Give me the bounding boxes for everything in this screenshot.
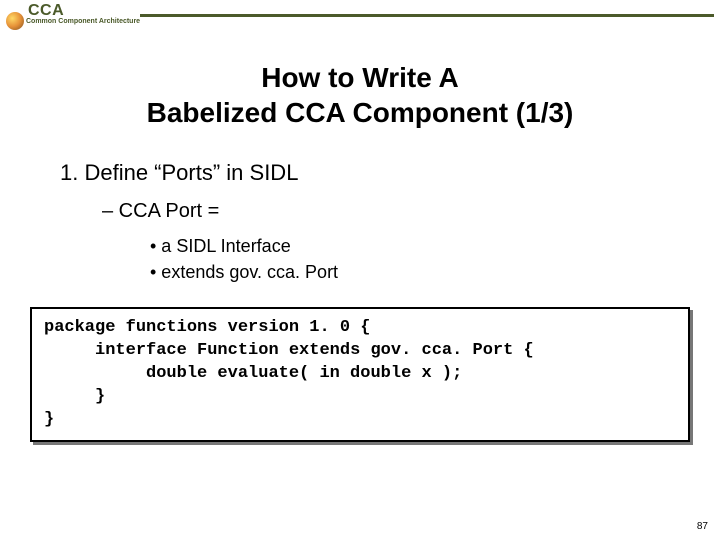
code-kw-version: version	[228, 318, 299, 337]
title-line-1: How to Write A	[0, 60, 720, 95]
outline-level3-list: • a SIDL Interface • extends gov. cca. P…	[40, 233, 680, 285]
slide-header: CCA Common Component Architecture	[0, 0, 720, 40]
header-divider	[140, 14, 714, 17]
code-kw-extends: extends	[289, 341, 360, 360]
title-line-2: Babelized CCA Component (1/3)	[0, 95, 720, 130]
slide-title: How to Write A Babelized CCA Component (…	[0, 60, 720, 130]
slide-content: 1. Define “Ports” in SIDL – CCA Port = •…	[0, 160, 720, 285]
code-l2b: Function	[187, 341, 289, 360]
page-number: 87	[697, 521, 708, 532]
logo-area: CCA Common Component Architecture	[8, 2, 140, 25]
code-l1d: 1. 0 {	[299, 318, 370, 337]
outline-level1: 1. Define “Ports” in SIDL	[40, 160, 680, 186]
code-l2d: gov. cca. Port {	[360, 341, 533, 360]
code-l1b: functions	[115, 318, 227, 337]
outline-bullet-2: • extends gov. cca. Port	[150, 259, 680, 285]
outline-bullet-1: • a SIDL Interface	[150, 233, 680, 259]
code-kw-double: double	[44, 364, 207, 383]
code-l3b: evaluate(	[207, 364, 319, 383]
code-l5: }	[44, 410, 54, 429]
outline-level2: – CCA Port =	[40, 200, 680, 223]
cca-logo-icon	[6, 12, 24, 30]
code-kw-package: package	[44, 318, 115, 337]
code-l3d: x );	[411, 364, 462, 383]
header-subtitle: Common Component Architecture	[26, 18, 140, 25]
code-block: package functions version 1. 0 { interfa…	[30, 307, 690, 442]
code-kw-in-double: in double	[319, 364, 411, 383]
code-l4: }	[44, 387, 105, 406]
code-kw-interface: interface	[44, 341, 187, 360]
